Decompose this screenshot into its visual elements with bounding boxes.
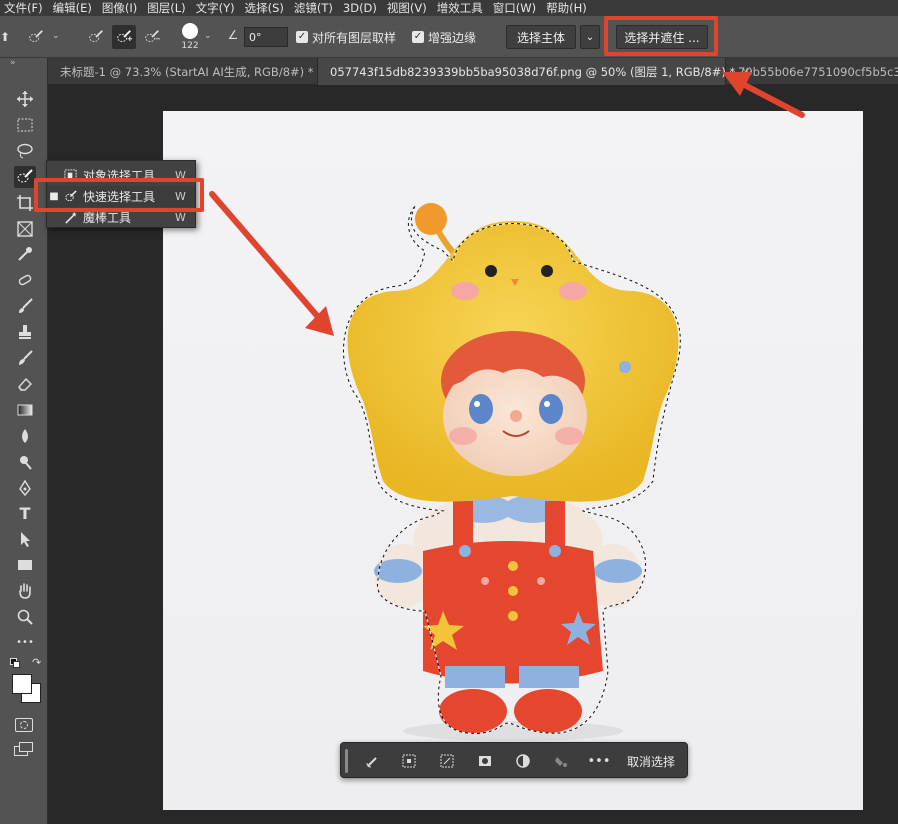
menu-item-6[interactable]: 滤镜(T) — [290, 0, 339, 16]
screen-mode-icon[interactable] — [14, 742, 34, 756]
menu-item-1[interactable]: 编辑(E) — [49, 0, 98, 16]
shortcut-key: W — [175, 211, 186, 224]
history-brush-tool-icon[interactable] — [14, 347, 36, 369]
menu-item-9[interactable]: 增效工具 — [433, 0, 489, 16]
quick-selection-tool-icon[interactable] — [14, 165, 36, 188]
taskbar-drag-handle[interactable] — [345, 749, 348, 773]
frame-tool-icon[interactable] — [14, 218, 36, 240]
quick-selection-preset-icon[interactable] — [24, 25, 48, 49]
subtract-from-selection-icon[interactable] — [140, 25, 164, 49]
move-tool-icon[interactable] — [14, 88, 36, 110]
menu-item-5[interactable]: 选择(S) — [241, 0, 290, 16]
menu-item-11[interactable]: 帮助(H) — [542, 0, 593, 16]
menu-item-7[interactable]: 3D(D) — [339, 0, 383, 16]
tab-png-document[interactable]: 057743f15db8239339bb5ba95038d76f.png @ 5… — [318, 58, 750, 85]
adjustment-icon[interactable] — [513, 751, 533, 771]
fill-selection-icon[interactable] — [551, 751, 571, 771]
dodge-tool-icon[interactable] — [14, 451, 36, 473]
color-swatches[interactable] — [12, 674, 42, 704]
menu-item-8[interactable]: 视图(V) — [383, 0, 433, 16]
image-canvas[interactable] — [163, 111, 863, 810]
swap-colors-icon[interactable]: ↷ — [32, 656, 41, 669]
enhance-edge-checkbox[interactable]: ✓ — [412, 31, 424, 43]
invert-selection-icon[interactable] — [399, 751, 419, 771]
brush-size-icon[interactable] — [180, 22, 200, 40]
enhance-edge-label: 增强边缘 — [428, 30, 477, 45]
menu-item-3[interactable]: 图层(L) — [143, 0, 191, 16]
angle-input[interactable]: 0° — [244, 27, 288, 47]
angle-icon: ∠ — [227, 28, 239, 42]
toolbar-collapse-handle[interactable]: » — [10, 58, 16, 68]
felt-doll-image — [342, 203, 681, 741]
more-options-icon[interactable]: ••• — [588, 751, 611, 771]
spot-healing-tool-icon[interactable] — [14, 269, 36, 291]
menu-item-0[interactable]: 文件(F) — [0, 0, 49, 16]
quick-selection-highlight — [34, 178, 204, 212]
marquee-tool-icon[interactable] — [14, 114, 36, 136]
hand-tool-icon[interactable] — [14, 580, 36, 602]
contextual-task-bar: ••• 取消选择 — [340, 742, 688, 778]
brush-tool-icon[interactable] — [14, 295, 36, 317]
brush-chevron-icon[interactable]: ⌄ — [204, 31, 212, 41]
home-icon[interactable]: ⬆ — [0, 26, 10, 48]
zoom-tool-icon[interactable] — [14, 606, 36, 628]
select-and-mask-highlight — [604, 16, 718, 56]
eraser-tool-icon[interactable] — [14, 373, 36, 395]
tab-title: 057743f15db8239339bb5ba95038d76f.png @ 5… — [330, 64, 736, 79]
crop-tool-icon[interactable] — [14, 192, 36, 214]
sample-all-layers-label: 对所有图层取样 — [312, 30, 397, 45]
type-tool-icon[interactable]: T — [14, 502, 36, 524]
select-subject-dropdown-icon[interactable]: ⌄ — [580, 25, 600, 49]
tab-title: 79b55b06e7751090cf5b5c38a0 — [738, 64, 898, 79]
modify-selection-icon[interactable] — [363, 751, 383, 771]
select-subject-button[interactable]: 选择主体 — [506, 25, 576, 49]
options-bar: ⬆ ⌄ 122 ⌄ ∠ 0° ✓ 对所有图层取样 ✓ 增强边缘 选择主体 ⌄ 选… — [0, 16, 898, 58]
pen-tool-icon[interactable] — [14, 477, 36, 499]
gradient-tool-icon[interactable] — [14, 399, 36, 421]
tab-title: 未标题-1 @ 73.3% (StartAI AI生成, RGB/8#) * — [60, 64, 314, 79]
document-tab-bar: 未标题-1 @ 73.3% (StartAI AI生成, RGB/8#) * ×… — [48, 58, 898, 85]
more-tools-icon[interactable]: ••• — [14, 632, 36, 654]
transform-selection-icon[interactable] — [437, 751, 457, 771]
eyedropper-tool-icon[interactable] — [14, 243, 36, 265]
magic-wand-icon — [61, 211, 79, 224]
menu-item-2[interactable]: 图像(I) — [98, 0, 143, 16]
rectangle-tool-icon[interactable] — [14, 554, 36, 576]
sample-all-layers-checkbox[interactable]: ✓ — [296, 31, 308, 43]
quick-mask-icon[interactable] — [15, 718, 33, 732]
tab-third-document[interactable]: 79b55b06e7751090cf5b5c38a0 — [726, 58, 898, 85]
lasso-tool-icon[interactable] — [14, 140, 36, 162]
tab-untitled-1[interactable]: 未标题-1 @ 73.3% (StartAI AI生成, RGB/8#) * × — [48, 58, 329, 85]
mask-icon[interactable] — [475, 751, 495, 771]
blur-tool-icon[interactable] — [14, 425, 36, 447]
add-to-selection-icon[interactable] — [112, 25, 136, 49]
deselect-button[interactable]: 取消选择 — [627, 743, 675, 779]
brush-size-value: 122 — [181, 41, 199, 51]
menu-item-4[interactable]: 文字(Y) — [192, 0, 241, 16]
new-selection-icon[interactable] — [84, 25, 108, 49]
chevron-down-icon[interactable]: ⌄ — [52, 31, 60, 41]
menu-bar: 文件(F) 编辑(E) 图像(I) 图层(L) 文字(Y) 选择(S) 滤镜(T) 3D(D)… — [0, 0, 898, 16]
default-colors-icon[interactable] — [10, 658, 20, 668]
stamp-tool-icon[interactable] — [14, 321, 36, 343]
menu-item-10[interactable]: 窗口(W) — [489, 0, 542, 16]
path-selection-tool-icon[interactable] — [14, 528, 36, 550]
tools-panel: » T ••• ↷ — [0, 58, 48, 824]
